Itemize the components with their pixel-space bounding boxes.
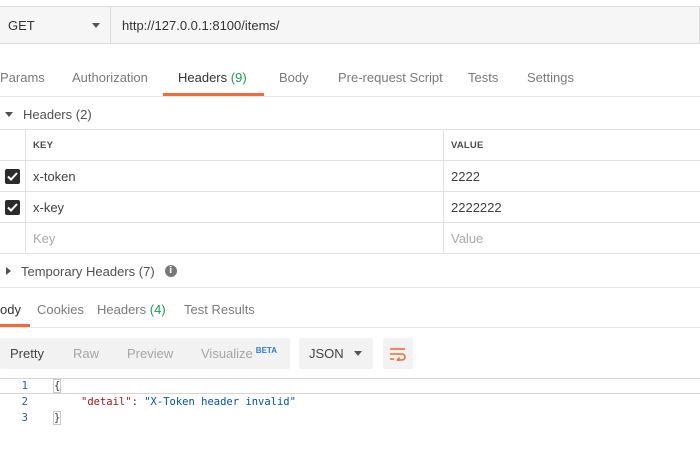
tab-response-body[interactable]: ody (0, 302, 21, 317)
temporary-headers-count: (7) (138, 263, 155, 279)
headers-section-title: Headers (23, 106, 73, 122)
headers-table: KEY VALUE x-token 2222 x-key 2222222 Key… (0, 129, 700, 254)
close-brace: } (52, 411, 62, 425)
caret-down-icon (5, 111, 13, 117)
tab-test-results[interactable]: Test Results (184, 302, 255, 317)
format-select[interactable]: JSON (299, 338, 373, 369)
url-input[interactable]: http://127.0.0.1:8100/items/ (111, 6, 700, 44)
line-number: 2 (21, 396, 28, 408)
tab-params[interactable]: Params (0, 70, 45, 85)
json-value: "X-Token header invalid" (144, 396, 296, 408)
chevron-down-icon (92, 22, 100, 28)
response-headers-count: (4) (149, 302, 166, 317)
header-key-input[interactable]: x-token (26, 161, 444, 191)
response-body-editor[interactable]: 1 { 2 "detail": "X-Token header invalid"… (0, 378, 700, 426)
open-brace: { (52, 379, 62, 393)
line-number: 3 (21, 412, 28, 424)
active-tab-indicator (163, 93, 264, 96)
method-select[interactable]: GET (0, 6, 111, 44)
info-icon[interactable]: i (164, 265, 177, 277)
header-value-input[interactable]: 2222222 (444, 192, 700, 222)
view-mode-toolbar: Pretty Raw Preview Visualize BETA (0, 338, 290, 369)
tab-pre-request-script[interactable]: Pre-request Script (338, 70, 443, 85)
new-value-input[interactable]: Value (444, 223, 700, 253)
new-key-input[interactable]: Key (26, 223, 444, 253)
header-value-input[interactable]: 2222 (444, 161, 700, 191)
table-row: x-token 2222 (0, 161, 700, 192)
wrap-lines-icon (390, 347, 406, 361)
chevron-down-icon (354, 351, 362, 356)
code-line: 2 "detail": "X-Token header invalid" (0, 394, 700, 410)
method-label: GET (8, 17, 35, 33)
table-row-new: Key Value (0, 223, 700, 254)
table-header-row: KEY VALUE (0, 130, 700, 161)
column-value: VALUE (451, 139, 484, 151)
code-line: 3 } (0, 410, 700, 426)
caret-right-icon (6, 267, 11, 275)
view-raw-button[interactable]: Raw (73, 346, 99, 361)
line-number: 1 (21, 380, 28, 392)
header-checkbox[interactable] (5, 199, 20, 215)
tab-tests[interactable]: Tests (468, 70, 498, 85)
temporary-headers-toggle[interactable]: Temporary Headers (7) i (0, 261, 177, 281)
tab-cookies[interactable]: Cookies (37, 302, 84, 317)
temporary-headers-title: Temporary Headers (21, 263, 136, 279)
wrap-lines-button[interactable] (383, 338, 413, 369)
tab-settings[interactable]: Settings (527, 70, 574, 85)
table-row: x-key 2222222 (0, 192, 700, 223)
headers-section-count: (2) (75, 106, 92, 122)
request-bar: GET http://127.0.0.1:8100/items/ (0, 6, 700, 44)
header-key-input[interactable]: x-key (26, 192, 444, 222)
active-tab-indicator (0, 324, 30, 327)
tab-authorization[interactable]: Authorization (72, 70, 148, 85)
view-visualize-button[interactable]: Visualize BETA (201, 346, 277, 361)
url-text: http://127.0.0.1:8100/items/ (122, 17, 280, 33)
view-pretty-button[interactable]: Pretty (10, 346, 44, 361)
headers-section-toggle[interactable]: Headers (2) (0, 104, 92, 124)
column-key: KEY (26, 130, 444, 160)
header-checkbox[interactable] (5, 168, 20, 184)
request-tabs: Params Authorization Headers (9) Body Pr… (0, 62, 700, 97)
tab-body[interactable]: Body (279, 70, 309, 85)
tab-response-headers[interactable]: Headers (4) (97, 302, 166, 317)
format-label: JSON (309, 346, 344, 361)
response-tabs: ody Cookies Headers (4) Test Results (0, 287, 700, 328)
beta-badge: BETA (255, 346, 277, 355)
view-preview-button[interactable]: Preview (127, 346, 173, 361)
tab-headers[interactable]: Headers (9) (178, 70, 247, 85)
code-line: 1 { (0, 378, 700, 394)
json-key: "detail" (81, 396, 132, 408)
headers-count: (9) (230, 70, 247, 85)
